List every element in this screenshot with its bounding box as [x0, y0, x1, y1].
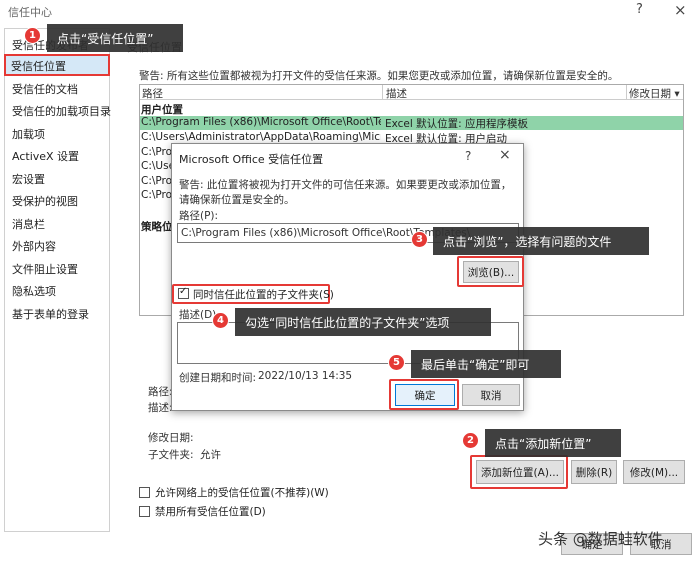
sidebar-item-macro-settings[interactable]: 宏设置 [12, 171, 45, 187]
step-badge: 2 [462, 432, 479, 449]
dialog-warning: 警告: 此位置将被视为打开文件的可信任来源。如果要更改或添加位置，请确保新位置是… [179, 179, 512, 206]
dialog-title: Microsoft Office 受信任位置 [179, 153, 324, 166]
created-label: 创建日期和时间: [179, 372, 257, 384]
highlight-box [457, 256, 524, 287]
sidebar: 受信任的发布者 受信任位置 受信任的文档 受信任的加载项目录 加载项 Activ… [4, 28, 111, 532]
dialog-close-icon[interactable]: × [499, 147, 511, 163]
remove-button[interactable]: 删除(R) [571, 460, 617, 484]
sidebar-item-form-login[interactable]: 基于表单的登录 [12, 306, 89, 322]
sidebar-item-external-content[interactable]: 外部内容 [12, 238, 56, 254]
sidebar-item-privacy[interactable]: 隐私选项 [12, 283, 56, 299]
highlight-box [389, 379, 459, 410]
column-header-description[interactable]: 描述 [386, 86, 407, 101]
created-value: 2022/10/13 14:35 [258, 370, 353, 382]
sidebar-item-trusted-addin-catalogs[interactable]: 受信任的加载项目录 [12, 103, 111, 119]
annotation-step-2: 点击“添加新位置” [485, 429, 621, 457]
detail-subfolder-value: 允许 [200, 449, 221, 461]
column-divider [382, 85, 383, 100]
sidebar-item-message-bar[interactable]: 消息栏 [12, 216, 45, 232]
sidebar-item-addins[interactable]: 加载项 [12, 126, 45, 142]
cell-path: C:\Program Files (x86)\Microsoft Office\… [141, 116, 381, 128]
warning-text: 警告: 所有这些位置都被视为打开文件的受信任来源。如果您更改或添加位置，请确保新… [139, 70, 619, 82]
cell-path: C:\Users\Administrator\AppData\Roaming\M… [141, 131, 381, 143]
dialog-path-label: 路径(P): [179, 210, 219, 222]
detail-description-label: 描述: [148, 402, 173, 414]
allow-network-checkbox[interactable] [139, 487, 150, 498]
step-badge: 5 [388, 354, 405, 371]
disable-all-label: 禁用所有受信任位置(D) [155, 506, 266, 518]
column-divider [626, 85, 627, 100]
annotation-step-5: 最后单击“确定”即可 [411, 350, 561, 378]
sidebar-item-protected-view[interactable]: 受保护的视图 [12, 193, 78, 209]
detail-subfolder-label: 子文件夹: [148, 449, 194, 461]
step-badge: 3 [411, 231, 428, 248]
table-header: 路径 描述 修改日期 ▾ [140, 85, 683, 100]
highlight-box [470, 455, 568, 489]
sidebar-item-trusted-locations[interactable]: 受信任位置 [4, 54, 110, 76]
dialog-cancel-button[interactable]: 取消 [462, 384, 520, 406]
detail-modified-label: 修改日期: [148, 432, 194, 444]
close-icon[interactable]: × [674, 1, 687, 19]
allow-network-label: 允许网络上的受信任位置(不推荐)(W) [155, 487, 329, 499]
column-header-path[interactable]: 路径 [142, 86, 163, 101]
watermark: 头条 @数据蛙软件 [538, 530, 663, 548]
sidebar-item-activex[interactable]: ActiveX 设置 [12, 148, 79, 164]
modify-button[interactable]: 修改(M)... [623, 460, 685, 484]
annotation-step-1: 点击“受信任位置” [47, 24, 183, 52]
subfolders-checkbox[interactable] [178, 286, 189, 299]
group-label-user: 用户位置 [141, 104, 183, 116]
disable-all-checkbox[interactable] [139, 506, 150, 517]
sidebar-item-file-block[interactable]: 文件阻止设置 [12, 261, 78, 277]
step-badge: 4 [212, 312, 229, 329]
column-header-modified[interactable]: 修改日期 ▾ [629, 86, 680, 101]
sidebar-item-trusted-documents[interactable]: 受信任的文档 [12, 81, 78, 97]
window-title: 信任中心 [8, 6, 52, 19]
subfolders-label: 同时信任此位置的子文件夹(S) [193, 289, 334, 301]
help-icon[interactable]: ? [636, 2, 643, 17]
table-row[interactable]: C:\Program Files (x86)\Microsoft Office\… [140, 116, 683, 130]
annotation-step-3: 点击“浏览”，选择有问题的文件 [433, 227, 649, 255]
detail-path-label: 路径: [148, 386, 173, 398]
dialog-help-icon[interactable]: ? [465, 149, 471, 163]
annotation-step-4: 勾选“同时信任此位置的子文件夹”选项 [235, 308, 491, 336]
cell-description: Excel 默认位置: 应用程序模板 [385, 118, 529, 130]
step-badge: 1 [24, 27, 41, 44]
